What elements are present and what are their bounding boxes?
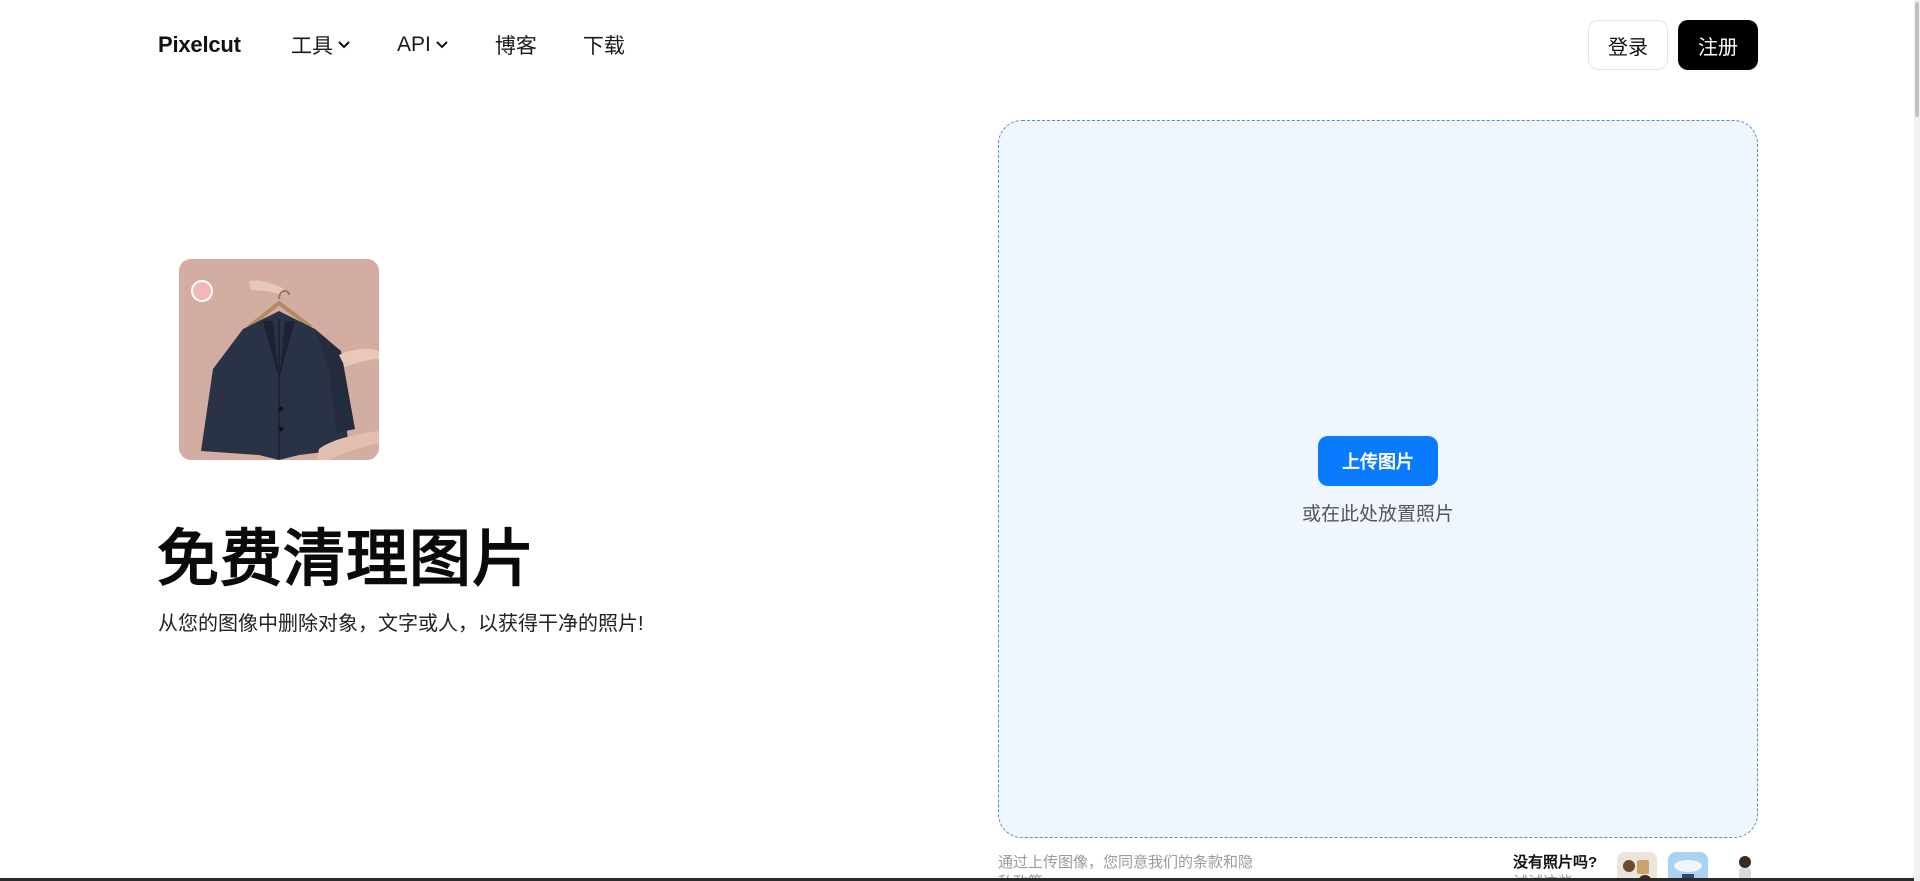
nav-item-api[interactable]: API [397, 30, 449, 60]
page-title: 免费清理图片 [157, 525, 536, 594]
drop-hint: 或在此处放置照片 [1301, 504, 1454, 525]
sample-photo-icon [1617, 852, 1657, 881]
jacket-illustration [179, 259, 379, 460]
signup-button[interactable]: 注册 [1678, 20, 1758, 70]
sample-photo-icon [1668, 852, 1708, 881]
sample-image-1[interactable] [1617, 852, 1657, 881]
chevron-down-icon [338, 41, 350, 49]
logo[interactable]: Pixelcut [158, 32, 241, 58]
image-dropzone[interactable]: 上传图片 或在此处放置照片 [998, 120, 1758, 838]
terms-notice: 通过上传图像，您同意我们的条款和隐私政策 [998, 854, 1254, 881]
scrollbar-thumb[interactable] [1915, 2, 1919, 117]
no-photo-title: 没有照片吗? [1513, 854, 1598, 871]
header: Pixelcut 工具 API 博客 下载 登录 注册 [158, 20, 1758, 70]
nav-item-label: 博客 [494, 35, 537, 58]
nav-item-download[interactable]: 下载 [583, 30, 625, 60]
nav-item-tools[interactable]: 工具 [291, 30, 351, 60]
sample-photo-icon [1721, 852, 1761, 881]
login-button[interactable]: 登录 [1588, 20, 1668, 70]
sample-image-3[interactable] [1721, 852, 1761, 881]
sample-image-2[interactable] [1668, 852, 1708, 881]
page: Pixelcut 工具 API 博客 下载 登录 注册 免费清理图片 从您的图像… [0, 0, 1920, 881]
scrollbar-track[interactable] [1914, 0, 1920, 881]
nav-item-label: 工具 [291, 35, 333, 58]
sample-photos-prompt: 没有照片吗? 试试这些 [1513, 853, 1603, 881]
chevron-down-icon [436, 41, 448, 49]
upload-image-button[interactable]: 上传图片 [1318, 436, 1438, 486]
page-subtitle: 从您的图像中删除对象，文字或人，以获得干净的照片! [158, 613, 644, 635]
main-nav: 工具 API 博客 下载 [291, 30, 671, 60]
nav-item-label: 下载 [582, 35, 625, 58]
nav-item-blog[interactable]: 博客 [495, 30, 537, 60]
hero-example-image [179, 259, 379, 460]
nav-item-label: API [397, 33, 431, 56]
